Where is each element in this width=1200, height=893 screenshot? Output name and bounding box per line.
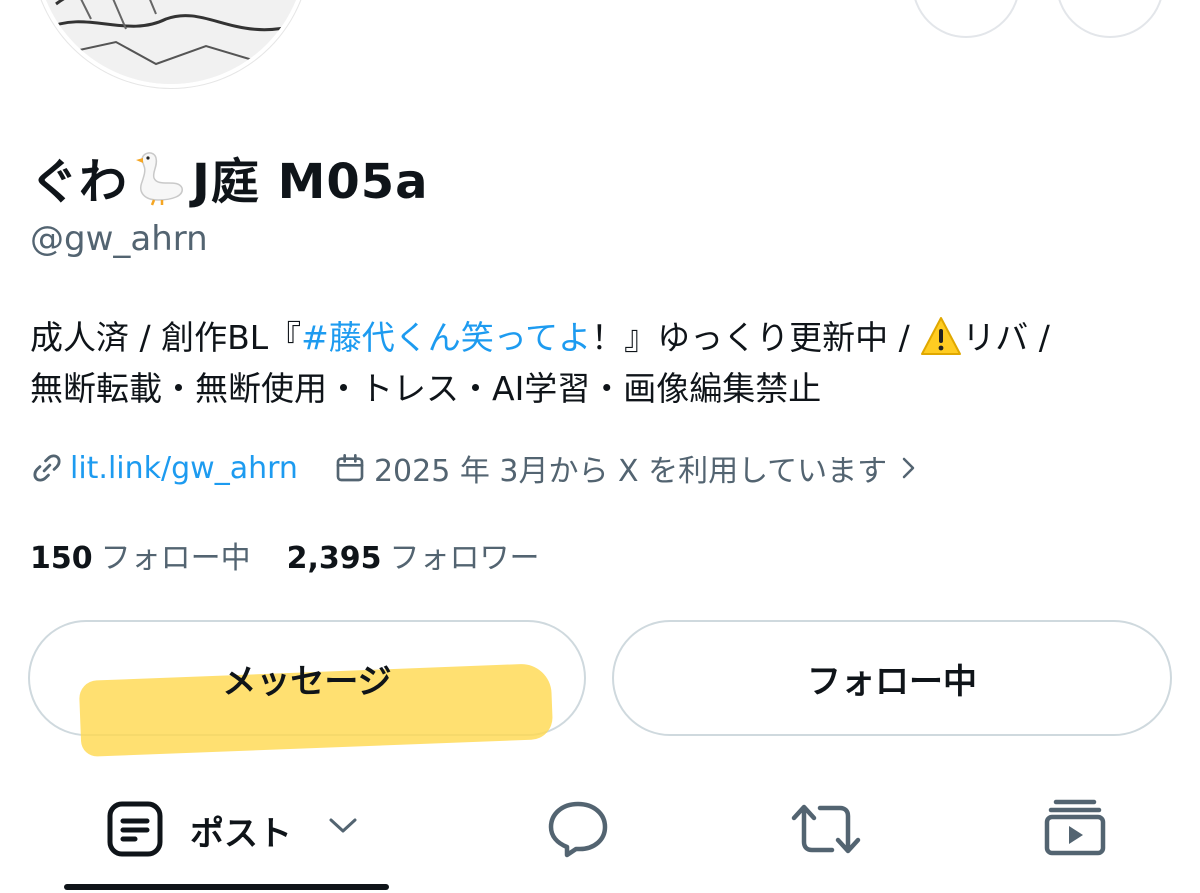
- following-button-label: フォロー中: [807, 661, 977, 702]
- profile-bio: 成人済 / 創作BL『#藤代くん笑ってよ！』ゆっくり更新中 / リバ / 無断転…: [30, 312, 1180, 414]
- followers-stat[interactable]: 2,395 フォロワー: [287, 533, 540, 577]
- joined-date[interactable]: 2025 年 3月から X を利用しています: [374, 446, 887, 490]
- following-label: フォロー中: [100, 541, 251, 576]
- chevron-right-icon[interactable]: [899, 455, 917, 481]
- posts-icon[interactable]: [106, 800, 164, 858]
- bio-text-3: リバ /: [962, 318, 1050, 357]
- chevron-down-icon[interactable]: [328, 816, 358, 836]
- profile-stats: 150 フォロー中 2,395 フォロワー: [30, 533, 540, 577]
- bio-hashtag-link[interactable]: #藤代くん笑ってよ: [301, 318, 591, 357]
- followers-count: 2,395: [286, 541, 382, 576]
- display-name-prefix: ぐわ: [30, 154, 129, 210]
- bio-text-2: ！』ゆっくり更新中 /: [591, 318, 921, 357]
- link-icon: [33, 454, 61, 482]
- more-button[interactable]: [1056, 0, 1164, 38]
- repost-icon[interactable]: [790, 800, 862, 858]
- media-icon[interactable]: [1044, 796, 1106, 858]
- profile-website-link[interactable]: lit.link/gw_ahrn: [70, 451, 298, 486]
- profile-meta: lit.link/gw_ahrn 2025 年 3月から X を利用しています: [30, 446, 917, 490]
- more-icon: [1097, 0, 1123, 4]
- reply-icon[interactable]: [546, 800, 610, 858]
- notify-button[interactable]: [912, 0, 1020, 38]
- following-stat[interactable]: 150 フォロー中: [30, 533, 251, 577]
- avatar[interactable]: [32, 0, 310, 88]
- following-count: 150: [30, 541, 93, 576]
- active-tab-indicator: [64, 884, 389, 890]
- warning-icon: [921, 317, 962, 355]
- tab-posts[interactable]: ポスト: [190, 806, 292, 855]
- bio-line-2: 無断転載・無断使用・トレス・AI学習・画像編集禁止: [30, 369, 822, 408]
- bell-icon: [955, 0, 977, 4]
- user-handle: @gw_ahrn: [30, 219, 208, 259]
- bio-text-1: 成人済 / 創作BL『: [30, 318, 302, 357]
- message-button-label: メッセージ: [222, 661, 392, 702]
- goose-icon: [136, 152, 183, 206]
- calendar-icon: [336, 454, 364, 482]
- following-button[interactable]: フォロー中: [612, 620, 1172, 736]
- display-name: ぐわ J庭 M05a: [30, 142, 429, 212]
- followers-label: フォロワー: [389, 541, 540, 576]
- display-name-suffix: J庭 M05a: [192, 154, 429, 210]
